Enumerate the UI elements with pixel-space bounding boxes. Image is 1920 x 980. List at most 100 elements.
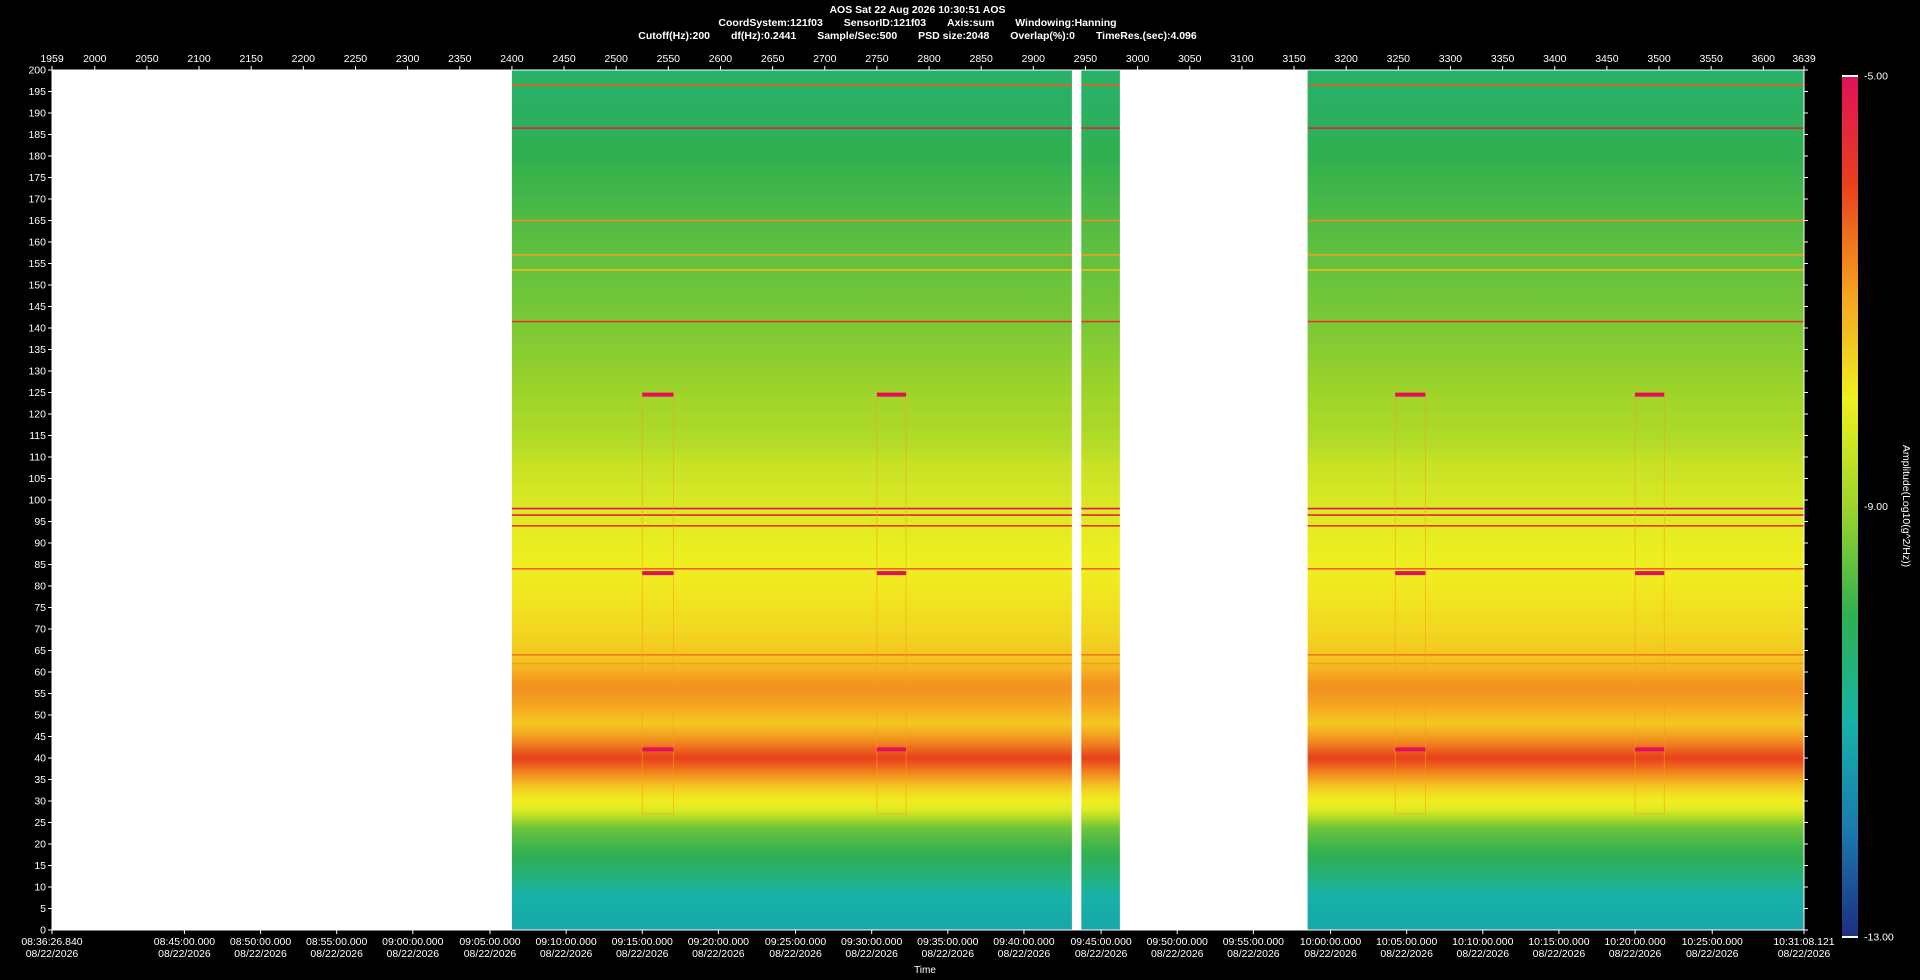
date-tick-label: 08/22/2026 (1227, 948, 1280, 960)
date-tick-label: 08/22/2026 (1609, 948, 1662, 960)
event-band (876, 571, 907, 576)
date-tick-label: 08/22/2026 (310, 948, 363, 960)
y-tick-label: 10 (34, 882, 46, 894)
spectrogram-chart: 0 5 10 15 20 25 30 35 40 45 50 55 60 65 70 75 80 85 90 95 10… (21, 53, 1912, 976)
top-tick-label: 2500 (605, 53, 629, 65)
top-tick-label: 2050 (135, 53, 159, 65)
y-tick-label: 20 (34, 839, 46, 851)
event-band (642, 392, 674, 397)
y-tick-label: 160 (28, 237, 46, 249)
top-tick-label: 2100 (187, 53, 211, 65)
top-tick-label: 3600 (1752, 53, 1776, 65)
date-tick-label: 08/22/2026 (234, 948, 287, 960)
y-tick-label: 165 (28, 215, 46, 227)
date-tick-label: 08/22/2026 (616, 948, 669, 960)
y-tick-label: 95 (34, 516, 46, 528)
top-tick-label: 3400 (1543, 53, 1567, 65)
top-tick-label: 2750 (865, 53, 889, 65)
y-tick-label: 120 (28, 409, 46, 421)
time-tick-label: 09:55:00.000 (1223, 936, 1284, 948)
y-tick-label: 140 (28, 323, 46, 335)
time-tick-label: 08:50:00.000 (230, 936, 291, 948)
date-tick-label: 08/22/2026 (387, 948, 440, 960)
top-tick-label: 2950 (1074, 53, 1098, 65)
top-tick-label: 3639 (1792, 53, 1816, 65)
y-tick-label: 115 (29, 430, 46, 442)
x-axis-title: Time (914, 965, 936, 976)
y-tick-label: 125 (28, 387, 46, 399)
y-tick-label: 155 (28, 258, 46, 270)
date-tick-label: 08/22/2026 (1778, 948, 1831, 960)
y-tick-label: 75 (34, 602, 46, 614)
event-band (1395, 747, 1426, 752)
time-tick-label: 09:30:00.000 (841, 936, 902, 948)
y-tick-label: 195 (28, 86, 46, 98)
top-tick-label: 3450 (1595, 53, 1619, 65)
time-tick-label: 09:25:00.000 (765, 936, 826, 948)
event-band (1635, 392, 1665, 397)
time-tick-label: 09:50:00.000 (1147, 936, 1208, 948)
date-tick-label: 08/22/2026 (1075, 948, 1128, 960)
y-tick-label: 185 (28, 129, 46, 141)
colorbar-tick-label: -9.00 (1864, 501, 1888, 513)
top-tick-label: 3050 (1178, 53, 1202, 65)
y-tick-label: 45 (34, 731, 46, 743)
date-tick-label: 08/22/2026 (922, 948, 975, 960)
date-tick-label: 08/22/2026 (1457, 948, 1510, 960)
top-tick-label: 2650 (761, 53, 785, 65)
colorbar-tick-label: -13.00 (1864, 932, 1894, 944)
top-tick-label: 3350 (1491, 53, 1515, 65)
time-tick-label: 10:10:00.000 (1452, 936, 1513, 948)
time-tick-label: 10:31:08.121 (1773, 936, 1834, 948)
event-band (876, 392, 907, 397)
y-tick-label: 200 (28, 65, 46, 77)
time-tick-label: 10:05:00.000 (1376, 936, 1437, 948)
date-tick-label: 08/22/2026 (540, 948, 593, 960)
date-tick-label: 08/22/2026 (158, 948, 211, 960)
time-tick-label: 08:45:00.000 (154, 936, 215, 948)
y-tick-label: 105 (28, 473, 46, 485)
top-tick-label: 2350 (448, 53, 472, 65)
y-tick-label: 135 (28, 344, 46, 356)
time-tick-label: 09:45:00.000 (1070, 936, 1131, 948)
event-band (1635, 571, 1665, 576)
top-tick-label: 3250 (1387, 53, 1411, 65)
event-band (642, 571, 674, 576)
top-tick-label: 2900 (1022, 53, 1046, 65)
top-tick-label: 3150 (1282, 53, 1306, 65)
event-band (1635, 747, 1665, 752)
top-tick-label: 2400 (500, 53, 524, 65)
time-tick-label: 10:15:00.000 (1528, 936, 1589, 948)
top-tick-label: 2250 (344, 53, 368, 65)
time-tick-label: 10:25:00.000 (1682, 936, 1743, 948)
date-tick-label: 08/22/2026 (1380, 948, 1433, 960)
y-tick-label: 170 (28, 194, 46, 206)
y-tick-label: 5 (40, 903, 46, 915)
colorbar-tick-label: -5.00 (1864, 71, 1888, 83)
top-tick-label: 3100 (1230, 53, 1254, 65)
date-tick-label: 08/22/2026 (769, 948, 822, 960)
time-tick-label: 09:35:00.000 (917, 936, 978, 948)
y-tick-label: 110 (29, 452, 46, 464)
date-tick-label: 08/22/2026 (692, 948, 745, 960)
top-tick-label: 1959 (40, 53, 64, 65)
y-tick-label: 130 (28, 366, 46, 378)
top-tick-label: 3550 (1700, 53, 1724, 65)
y-tick-label: 190 (28, 108, 46, 120)
time-tick-label: 09:05:00.000 (459, 936, 520, 948)
y-tick-label: 65 (34, 645, 46, 657)
date-tick-label: 08/22/2026 (1686, 948, 1739, 960)
time-tick-label: 10:20:00.000 (1604, 936, 1665, 948)
y-tick-label: 80 (34, 581, 46, 593)
event-band (642, 747, 674, 752)
y-tick-label: 145 (28, 301, 46, 313)
colorbar-min-marker (1842, 936, 1858, 938)
time-tick-label: 09:20:00.000 (688, 936, 749, 948)
time-tick-label: 10:00:00.000 (1300, 936, 1361, 948)
y-tick-label: 15 (34, 860, 46, 872)
time-tick-label: 09:00:00.000 (382, 936, 443, 948)
top-tick-label: 3000 (1126, 53, 1150, 65)
colorbar (1842, 76, 1858, 937)
time-tick-label: 09:15:00.000 (612, 936, 673, 948)
event-band (876, 747, 907, 752)
